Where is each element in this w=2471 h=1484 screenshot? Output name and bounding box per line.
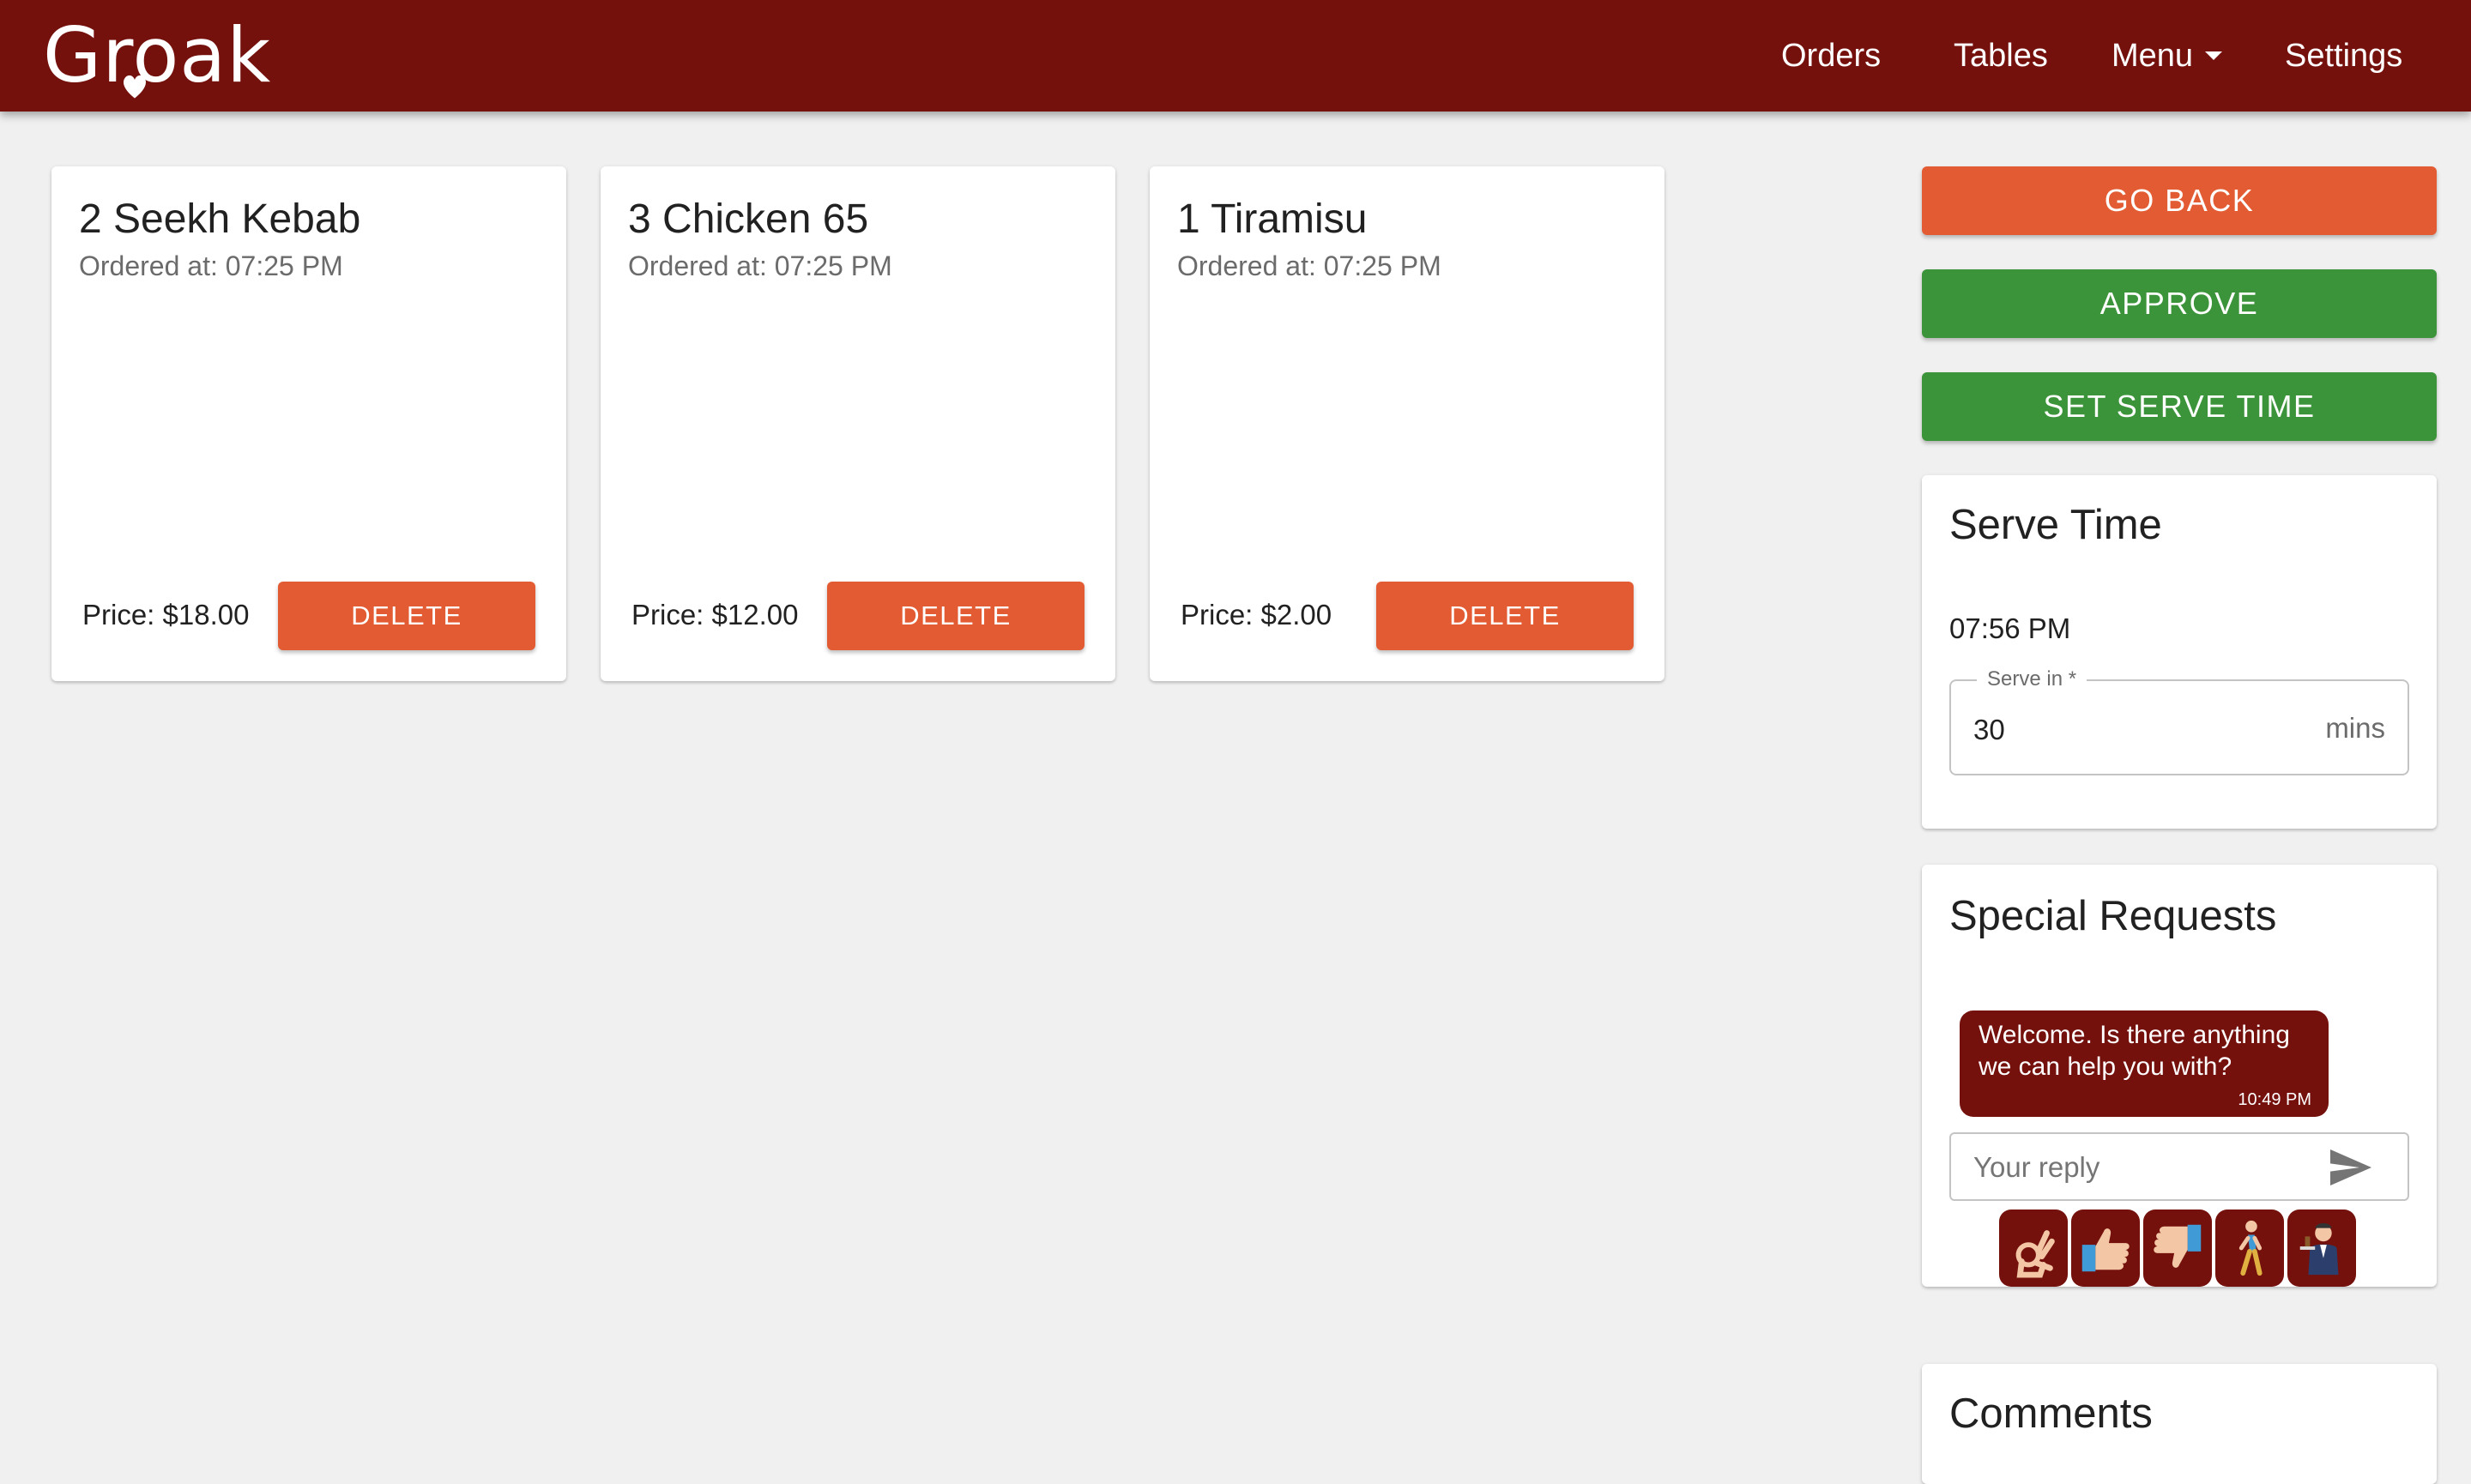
order-card: 2 Seekh Kebab Ordered at: 07:25 PM Price… xyxy=(51,166,566,681)
chat-message-text: Welcome. Is there anything we can help y… xyxy=(1979,1021,2290,1081)
caret-down-icon xyxy=(2205,51,2223,60)
nav-tables[interactable]: Tables xyxy=(1954,0,2048,112)
nav-settings-label: Settings xyxy=(2285,37,2403,74)
order-price: Price: $18.00 xyxy=(82,599,250,630)
nav-settings[interactable]: Settings xyxy=(2285,0,2402,112)
delete-button[interactable]: DELETE xyxy=(1376,582,1634,650)
chat-message: Welcome. Is there anything we can help y… xyxy=(1960,1010,2329,1117)
order-price: Price: $2.00 xyxy=(1181,599,1332,630)
brand-logo[interactable]: Groak xyxy=(43,3,300,106)
thumbs-up-icon[interactable] xyxy=(2071,1210,2140,1287)
serve-time-title: Serve Time xyxy=(1949,502,2162,548)
delete-button[interactable]: DELETE xyxy=(278,582,535,650)
order-item-title: 3 Chicken 65 xyxy=(628,196,869,242)
thumbs-down-icon[interactable] xyxy=(2143,1210,2212,1287)
serve-time-value: 07:56 PM xyxy=(1949,612,2071,644)
walking-person-icon[interactable] xyxy=(2215,1210,2284,1287)
reply-input[interactable]: Your reply xyxy=(1949,1132,2409,1201)
comments-card: Comments xyxy=(1922,1364,2437,1484)
send-icon[interactable] xyxy=(2330,1149,2371,1185)
serve-in-field[interactable]: Serve in * 30 mins xyxy=(1949,667,2409,775)
quick-reply-row xyxy=(1999,1210,2359,1287)
nav-tables-label: Tables xyxy=(1954,37,2048,74)
set-serve-time-button[interactable]: SET SERVE TIME xyxy=(1922,372,2437,441)
order-item-title: 2 Seekh Kebab xyxy=(79,196,361,242)
reply-placeholder: Your reply xyxy=(1973,1151,2100,1183)
delete-button[interactable]: DELETE xyxy=(827,582,1084,650)
serve-time-card: Serve Time 07:56 PM Serve in * 30 mins xyxy=(1922,475,2437,829)
nav-orders[interactable]: Orders xyxy=(1781,0,1881,112)
order-card: 3 Chicken 65 Ordered at: 07:25 PM Price:… xyxy=(601,166,1115,681)
order-time: Ordered at: 07:25 PM xyxy=(628,250,892,281)
nav-orders-label: Orders xyxy=(1781,37,1882,74)
chat-message-time: 10:49 PM xyxy=(2238,1090,2311,1109)
serve-in-unit: mins xyxy=(2325,712,2385,744)
approve-button[interactable]: APPROVE xyxy=(1922,269,2437,338)
waiter-icon[interactable] xyxy=(2287,1210,2356,1287)
order-price: Price: $12.00 xyxy=(631,599,799,630)
nav-menu-dropdown[interactable]: Menu xyxy=(2112,0,2223,112)
serve-in-input[interactable]: 30 xyxy=(1973,714,2005,746)
order-time: Ordered at: 07:25 PM xyxy=(79,250,343,281)
order-time: Ordered at: 07:25 PM xyxy=(1177,250,1441,281)
comments-title: Comments xyxy=(1949,1390,2153,1437)
special-requests-card: Special Requests Welcome. Is there anyth… xyxy=(1922,865,2437,1287)
heart-logo-icon xyxy=(123,75,147,99)
nav-menu-label: Menu xyxy=(2112,37,2194,74)
go-back-button[interactable]: GO BACK xyxy=(1922,166,2437,235)
serve-in-label: Serve in * xyxy=(1977,667,2087,691)
app-bar: Groak Orders Tables Menu Settings xyxy=(0,0,2471,112)
ok-hand-icon[interactable] xyxy=(1999,1210,2068,1287)
order-card: 1 Tiramisu Ordered at: 07:25 PM Price: $… xyxy=(1150,166,1664,681)
special-requests-title: Special Requests xyxy=(1949,893,2277,939)
order-item-title: 1 Tiramisu xyxy=(1177,196,1368,242)
